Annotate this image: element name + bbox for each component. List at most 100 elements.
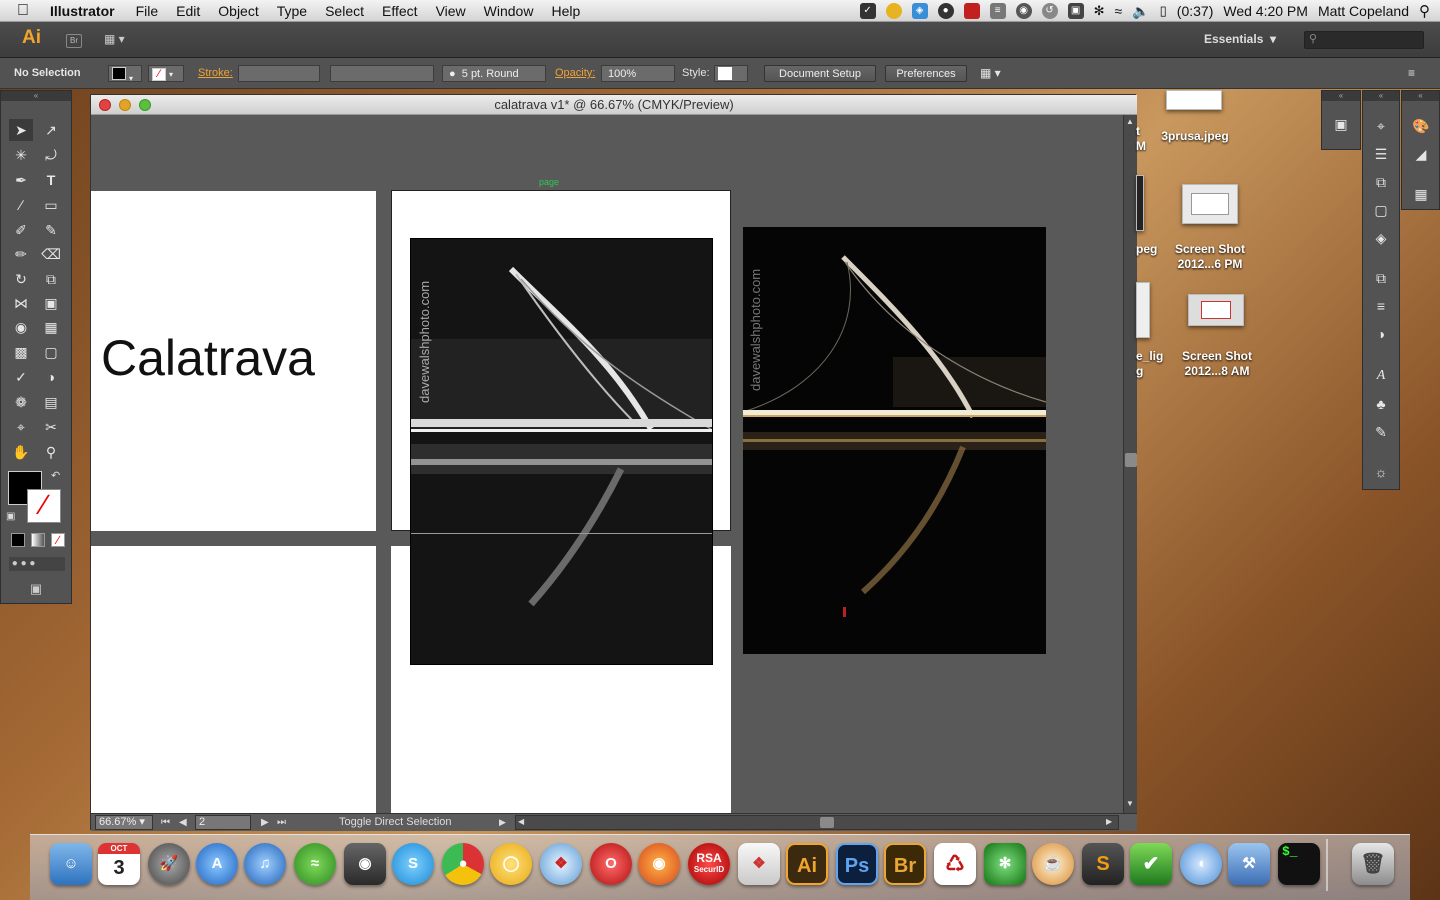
collapse-panel-a-icon[interactable]: « [1322, 91, 1360, 101]
app-store-icon[interactable]: A [196, 843, 238, 885]
appearance-panel-icon[interactable]: ☼ [1363, 461, 1399, 483]
photo-app-icon[interactable]: ❖ [738, 843, 780, 885]
desktop-label-screenshot-2[interactable]: Screen Shot 2012...8 AM [1172, 349, 1262, 379]
gradient-panel-icon[interactable]: ▢ [1363, 199, 1399, 221]
gradient-tool-icon[interactable]: ▢ [39, 341, 63, 363]
paintbrush-tool-icon[interactable]: ✐ [9, 219, 33, 241]
selection-tool-icon[interactable]: ➤ [9, 119, 33, 141]
brushes-panel-icon[interactable]: ✎ [1363, 421, 1399, 443]
perspective-grid-tool-icon[interactable]: ▦ [39, 316, 63, 338]
previous-artboard-icon[interactable]: ◀ [179, 815, 187, 830]
character-panel-icon[interactable]: A [1363, 365, 1399, 387]
status-paw-icon[interactable]: ● [937, 3, 954, 19]
status-red-icon[interactable] [963, 3, 980, 19]
document-setup-button[interactable]: Document Setup [764, 65, 876, 82]
free-transform-tool-icon[interactable]: ▣ [39, 292, 63, 314]
document-title-bar[interactable]: calatrava v1* @ 66.67% (CMYK/Preview) [91, 95, 1137, 115]
finder-icon[interactable]: ☺ [50, 843, 92, 885]
stroke-weight-field[interactable] [238, 65, 320, 82]
time-app-icon[interactable]: ◖ [1180, 843, 1222, 885]
mesh-tool-icon[interactable]: ▩ [9, 341, 33, 363]
transform-panel-icon[interactable]: ▣ [1323, 113, 1359, 135]
color-mode-icon[interactable] [11, 533, 25, 547]
color-guide-panel-icon[interactable]: ◢ [1403, 143, 1439, 165]
spotlight-icon[interactable]: ⚲ [1419, 2, 1430, 20]
fill-color-dropdown[interactable]: ▾ [108, 65, 142, 83]
pencil-tool-icon[interactable]: ✎ [39, 219, 63, 241]
type-tool-icon[interactable]: T [39, 169, 63, 191]
menu-help[interactable]: Help [542, 3, 589, 19]
volume-icon[interactable]: 🔈 [1132, 3, 1149, 20]
dock-photoshop-icon[interactable]: Ps [836, 843, 878, 885]
direct-selection-tool-icon[interactable]: ↗ [39, 119, 63, 141]
transparency-panel-icon[interactable]: ◑ [1363, 323, 1399, 345]
brush-definition-dropdown[interactable]: ● 5 pt. Round [442, 65, 546, 82]
arrange-icon[interactable]: ▦ ▾ [980, 65, 1001, 82]
xcode-icon[interactable]: ⚒ [1228, 843, 1270, 885]
bridge-photo[interactable]: davewalshphoto.com [743, 227, 1046, 654]
variable-width-dropdown[interactable] [330, 65, 434, 82]
zoom-field[interactable]: 66.67% ▾ [95, 815, 153, 830]
collapse-panel-b-icon[interactable]: « [1363, 91, 1399, 101]
stroke-color-dropdown[interactable]: ∕ ▾ [148, 65, 184, 82]
traced-bridge-image[interactable]: davewalshphoto.com [410, 238, 713, 665]
calendar-icon[interactable]: OCT 3 [98, 843, 140, 885]
desktop-thumb-partial-2[interactable] [1136, 282, 1150, 338]
dock-bridge-icon[interactable]: Br [884, 843, 926, 885]
desktop-label-3prusa[interactable]: 3prusa.jpeg [1150, 129, 1240, 144]
sublime-text-icon[interactable]: S [1082, 843, 1124, 885]
default-fill-stroke-icon[interactable]: ▣ [6, 511, 15, 522]
screen-mode-icon[interactable]: ▣ [23, 581, 49, 597]
artboard-number-field[interactable]: 2 [195, 815, 251, 830]
menu-select[interactable]: Select [316, 3, 373, 19]
go-to-bridge-button[interactable]: Br [66, 34, 82, 48]
vertical-scrollbar[interactable]: ▲ ▼ [1123, 115, 1137, 813]
close-window-icon[interactable] [99, 99, 111, 111]
network-app-icon[interactable]: ✻ [984, 843, 1026, 885]
battery-icon[interactable]: ▯ [1160, 3, 1167, 19]
swatches-panel-icon[interactable]: ▦ [1403, 183, 1439, 205]
opera-icon[interactable]: O [590, 843, 632, 885]
display-icon[interactable]: ▣ [1067, 3, 1084, 19]
rectangle-tool-icon[interactable]: ▭ [39, 194, 63, 216]
graphic-style-dropdown[interactable] [714, 65, 748, 82]
menu-object[interactable]: Object [209, 3, 267, 19]
transform-icon[interactable]: ⧉ [1363, 171, 1399, 193]
menu-view[interactable]: View [427, 3, 475, 19]
safari-icon[interactable]: ❖ [540, 843, 582, 885]
calatrava-heading[interactable]: Calatrava [101, 329, 315, 387]
time-machine-icon[interactable]: ↺ [1041, 3, 1058, 19]
swap-fill-stroke-icon[interactable]: ↶ [51, 469, 60, 482]
rotate-tool-icon[interactable]: ↻ [9, 268, 33, 290]
zoom-window-icon[interactable] [139, 99, 151, 111]
panel-menu-icon[interactable]: ≡ [1408, 65, 1415, 82]
status-menu-icon[interactable]: ▶ [499, 815, 506, 830]
scroll-right-icon[interactable]: ▶ [1106, 817, 1112, 826]
collapse-tools-icon[interactable]: « [1, 91, 71, 101]
align-panel-icon[interactable]: ☰ [1363, 143, 1399, 165]
lasso-tool-icon[interactable]: ⤾ [39, 144, 63, 166]
color-panel-icon[interactable]: 🎨 [1403, 115, 1439, 137]
eyedropper-tool-icon[interactable]: ✓ [9, 366, 33, 388]
blend-tool-icon[interactable]: ◑ [39, 366, 63, 388]
symbol-sprayer-tool-icon[interactable]: ❁ [9, 391, 33, 413]
desktop-thumb-screenshot-2[interactable] [1188, 294, 1244, 326]
vertical-scroll-thumb[interactable] [1125, 453, 1137, 467]
horizontal-scrollbar[interactable]: ◀ ▶ [515, 815, 1119, 830]
status-text[interactable]: Toggle Direct Selection [339, 815, 452, 830]
coffee-app-icon[interactable]: ☕ [1032, 843, 1074, 885]
scroll-up-icon[interactable]: ▲ [1126, 117, 1134, 126]
zoom-tool-icon[interactable]: ⚲ [39, 441, 63, 463]
menu-edit[interactable]: Edit [167, 3, 209, 19]
trash-icon[interactable]: 🗑 [1352, 843, 1394, 885]
desktop-partial-label-c[interactable]: e_lig g [1136, 349, 1176, 379]
scroll-down-icon[interactable]: ▼ [1126, 799, 1134, 808]
help-search-input[interactable]: ⚲ [1304, 31, 1424, 49]
dropbox-icon[interactable]: ◈ [911, 3, 928, 19]
menu-file[interactable]: File [127, 3, 168, 19]
steam-icon[interactable]: ◉ [344, 843, 386, 885]
status-moon-icon[interactable] [885, 3, 902, 19]
blob-brush-tool-icon[interactable]: ✏ [9, 243, 33, 265]
scale-tool-icon[interactable]: ⧉ [39, 268, 63, 290]
artboards-panel-icon[interactable]: ⌖ [1363, 115, 1399, 137]
